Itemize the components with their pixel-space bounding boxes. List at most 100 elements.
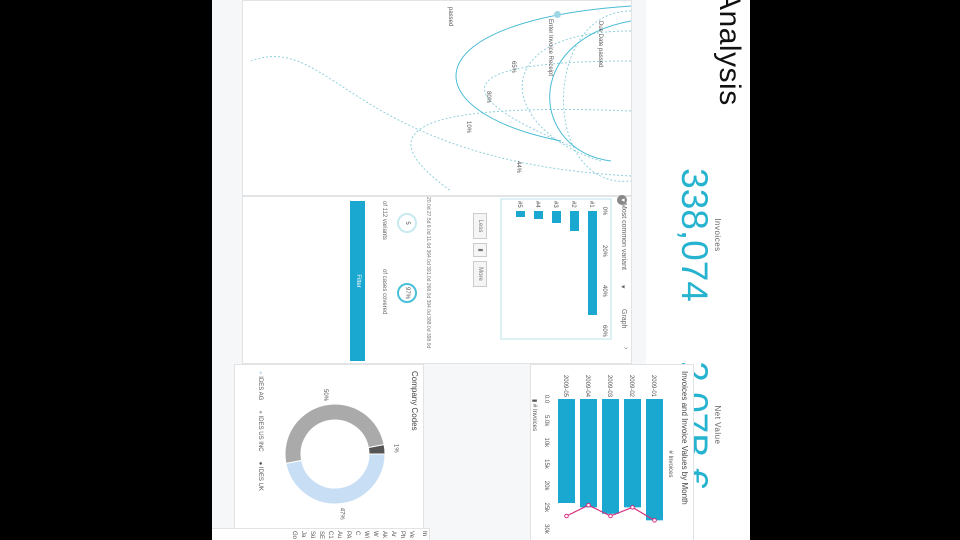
variant-id-label: #3 [552,201,558,208]
table-row[interactable]: Au [334,531,343,539]
invoice-table-panel: In Ve Ph Ar Ak W Wi C PA Au C1 SE Sü Ja Go [212,528,430,540]
variants-count-badge: 5 [397,213,417,233]
monthly-line-point [608,513,613,519]
cases-covered-label: of cases covered [381,269,387,315]
time-axis: 20.0d 27.5d 6.0d 11.0d 364.0d 391.0d 268… [425,197,431,349]
table-row[interactable]: Ja [298,531,307,539]
table-header: In [421,531,427,537]
monthly-line-point [564,513,569,519]
process-label: passed [447,7,453,27]
variant-percent-tick: 40% [601,285,607,298]
monthly-category-label: 2009-05 [562,375,568,398]
monthly-bar [580,399,597,508]
process-map-panel[interactable]: Due Date passed Enter Invoice Receipt 65… [242,0,632,196]
monthly-y-tick: 5.0k [543,415,549,427]
table-row[interactable]: Wi [361,531,370,539]
collapse-chevron-icon[interactable]: › [622,347,629,349]
monthly-y-tick: 15k [543,459,549,470]
monthly-y-tick: 30k [543,524,549,535]
table-row[interactable]: PA [343,531,352,539]
monthly-bar [602,399,619,514]
variant-id-label: #5 [516,201,522,208]
process-label: Due Date passed [597,21,603,68]
variant-id-label: #2 [570,201,576,208]
process-label: Enter Invoice Receipt [547,19,553,77]
cases-covered-badge: 97% [397,283,417,303]
variant-chart[interactable]: 0% 20% 40% 60% #1 #2 #3 #4 #5 [493,197,613,365]
monthly-chart[interactable]: # Invoices 0.0 5.0k 10k 15k 20k 25k 30k 2009-01 2… [529,369,679,539]
table-row[interactable]: Ak [379,531,388,539]
table-row[interactable]: Sü [307,531,316,539]
filter-button[interactable]: Filter [350,201,365,361]
table-row[interactable]: C [352,531,361,539]
monthly-line-point [586,502,591,508]
monthly-category-label: 2009-03 [606,375,612,398]
variant-bar [570,211,579,231]
variant-selector[interactable]: Most common variant [620,203,627,270]
table-row[interactable]: Go [289,531,298,539]
lock-icon[interactable]: ▮ [473,243,487,257]
company-codes-title: Company Codes [410,371,419,431]
monthly-line-point [652,518,657,523]
monthly-category-label: 2009-02 [628,375,634,398]
monthly-y-axis-label: # Invoices [667,450,673,477]
table-row[interactable]: W [370,531,379,539]
donut-slice-label: 1% [393,444,399,453]
table-rows: Ve Ph Ar Ak W Wi C PA Au C1 SE Sü Ja Go [289,531,415,539]
kpi-invoices-value: 338,074 [674,168,715,302]
donut-slice-label: 50% [322,389,328,402]
variant-bar [534,211,543,219]
monthly-chart-title: Invoices and Invoice Values by Month [680,371,689,505]
variant-id-label: #4 [534,201,540,208]
variant-bar [516,211,525,217]
monthly-bar [624,399,641,508]
company-legend: ● IDES AG ● IDES US INC ● IDES UK [257,371,263,501]
monthly-category-label: 2009-04 [584,375,590,398]
variants-count-label: of 112 variants [381,201,387,240]
monthly-y-tick: 0.0 [543,395,549,404]
variant-id-label: #1 [588,201,594,208]
filter-funnel-icon[interactable]: ▾ [617,195,627,205]
table-row[interactable]: C1 [325,531,334,539]
company-legend-item[interactable]: ● IDES AG [257,371,263,400]
variant-selector-chevron-icon[interactable]: ▾ [619,285,627,289]
dashboard-screen: Analysis Invoices 338,074 Net Value 2.07… [212,0,750,540]
donut-slice [285,453,386,505]
process-label: 10% [465,121,471,134]
donut-slice-label: 47% [339,508,345,521]
kpi-invoices: Invoices 338,074 [674,150,722,320]
table-row[interactable]: SE [316,531,325,539]
table-row[interactable]: Ph [397,531,406,539]
variant-bar [552,211,561,223]
company-donut[interactable]: 47% 50% 1% [255,369,405,539]
variant-header: Most common variant ▾ Graph › [613,197,631,365]
variant-percent-tick: 20% [601,245,607,258]
monthly-category-label: 2009-01 [650,375,656,398]
dashboard-canvas: Analysis Invoices 338,074 Net Value 2.07… [212,0,750,540]
variant-bar [588,211,597,315]
monthly-y-tick: 10k [543,437,549,448]
more-button[interactable]: More [473,261,487,287]
table-row[interactable]: Ve [406,531,415,539]
variant-percent-tick: 0% [601,207,607,216]
page-title: Analysis [713,0,746,106]
process-node[interactable] [554,11,561,18]
monthly-line-point [630,505,635,510]
monthly-legend: ▮ # Invoices [531,399,537,431]
table-row[interactable]: Ar [388,531,397,539]
variants-panel: Most common variant ▾ Graph › 0% 20% 40% 60… [242,195,632,365]
monthly-y-tick: 20k [543,481,549,492]
process-label: 65% [510,61,516,74]
variant-percent-tick: 60% [601,325,607,338]
company-codes-panel: Company Codes 47% 50% 1% ● IDES AG ● IDES U… [234,364,424,540]
company-legend-item[interactable]: ● IDES US INC [257,410,263,451]
monthly-chart-panel: Invoices and Invoice Values by Month # I… [530,364,694,540]
process-label: 44% [515,161,521,174]
company-legend-item[interactable]: ● IDES UK [257,462,263,491]
process-map-edges [250,5,632,192]
process-label: 80% [485,91,491,104]
view-selector[interactable]: Graph [620,309,627,328]
less-button[interactable]: Less [473,213,487,239]
monthly-bar [646,399,663,521]
monthly-bar [558,399,575,503]
